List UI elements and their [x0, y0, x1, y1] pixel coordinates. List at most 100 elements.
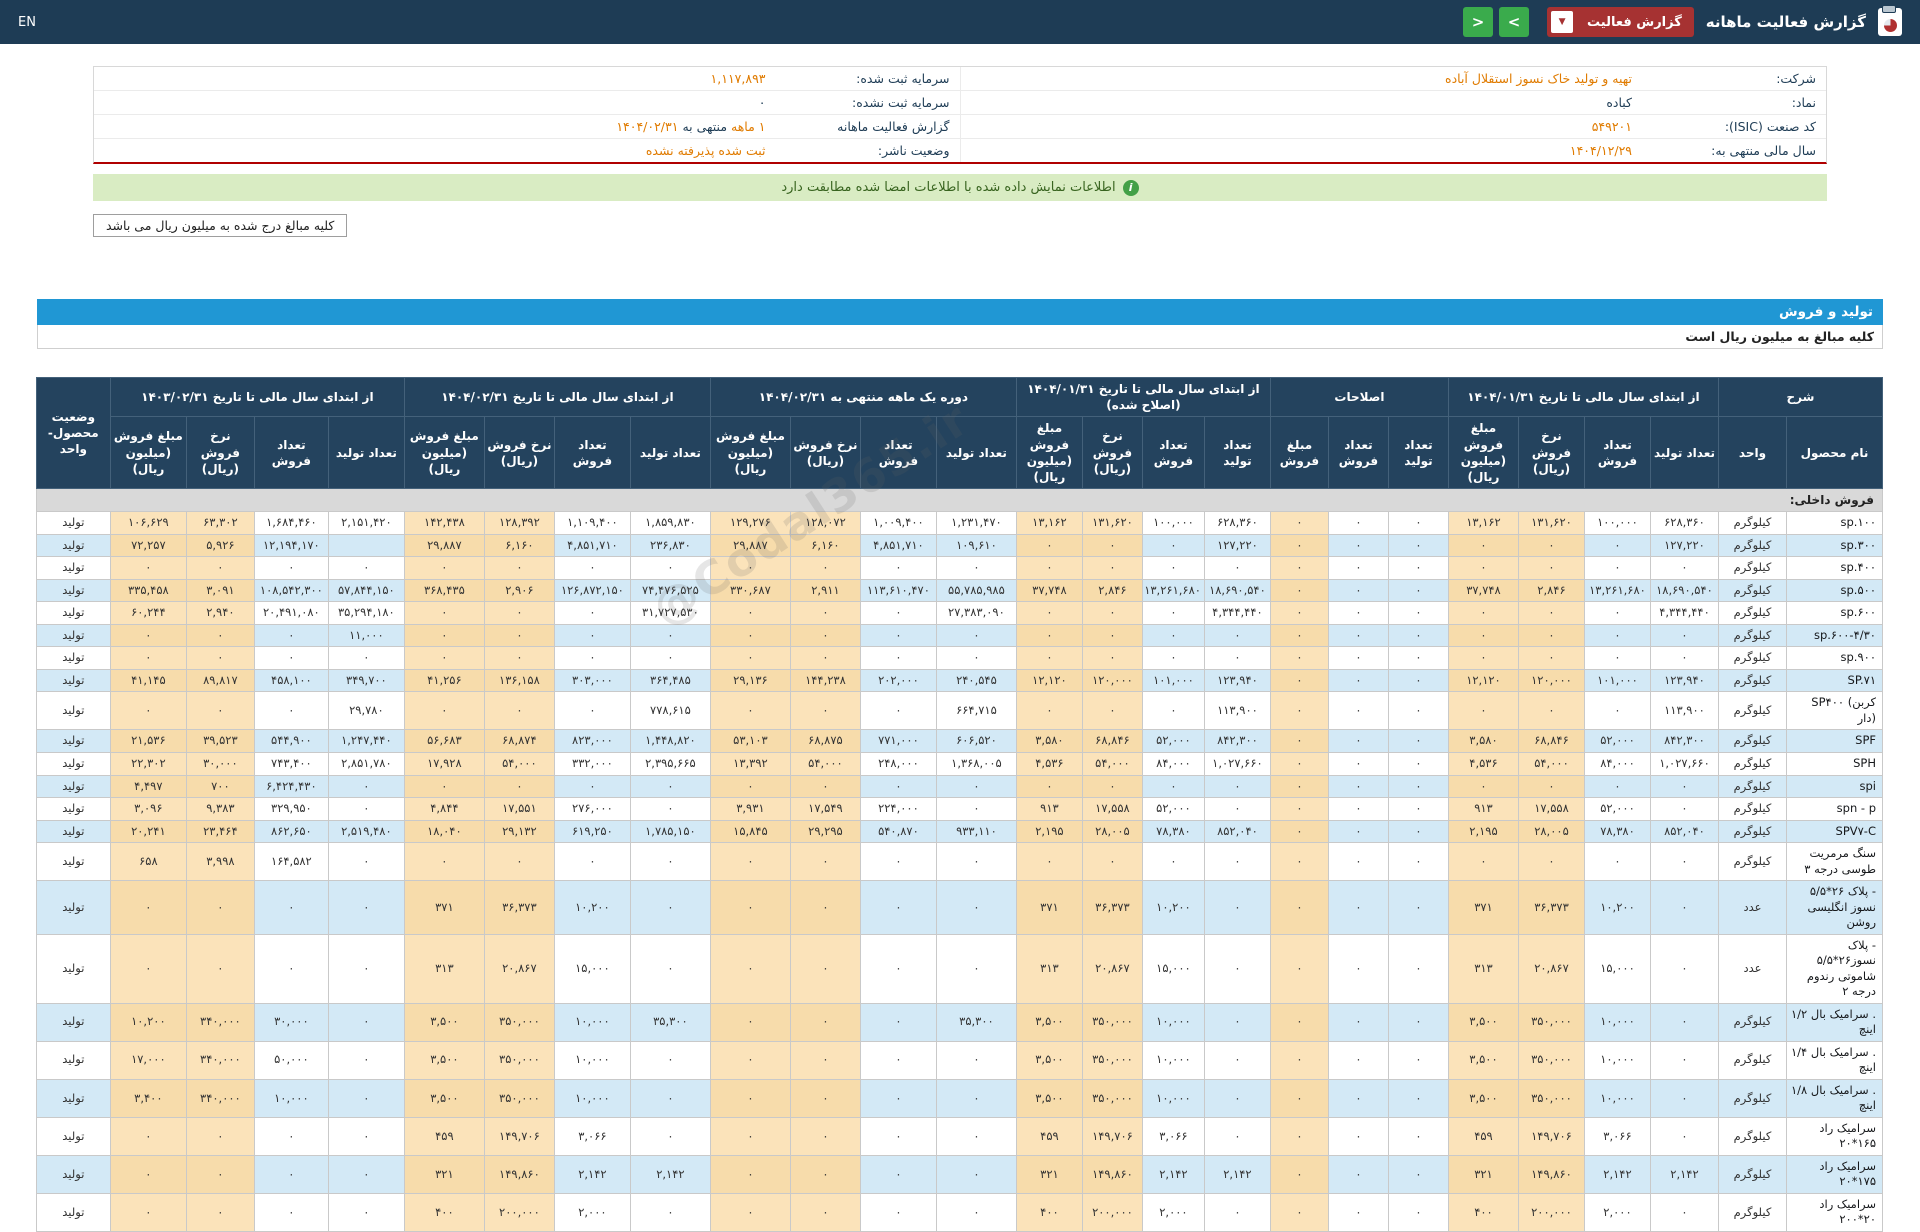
cell-value: ۳۵۰,۰۰۰: [1081, 1078, 1143, 1118]
cell-unit: کیلوگرم: [1717, 623, 1788, 648]
cell-value: ۰: [859, 880, 937, 935]
column-header: تعداد فروش: [253, 416, 329, 490]
table-row: SP۴۰۰ (کربن دار) کیلوگرم ۱۱۳,۹۰۰ ۰ ۰ ۰ ۰ ۰ ۰ ۱۱۳,…: [35, 691, 1883, 731]
cell-value: ۰: [327, 774, 405, 799]
cell-value: ۰: [1327, 533, 1389, 558]
cell-status: تولید: [35, 1040, 111, 1080]
cell-value: ۸۲۳,۰۰۰: [553, 729, 631, 753]
cell-value: ۱۴۲,۴۳۸: [403, 511, 485, 535]
cell-value: ۰: [1203, 623, 1271, 648]
cell-value: ۸۵۲,۰۴۰: [1203, 819, 1271, 844]
cell-value: ۱۲,۱۲۰: [1015, 668, 1083, 693]
company-info-right: نماد: کباده: [961, 91, 1827, 114]
cell-value: ۰: [859, 556, 937, 580]
cell-value: ۱۰,۰۰۰: [1583, 1040, 1651, 1080]
section-row: فروش داخلی:: [35, 488, 1884, 513]
cell-value: ۳۳۰,۶۸۷: [709, 578, 791, 603]
cell-value: ۰: [859, 1040, 937, 1080]
cell-value: ۰: [109, 691, 187, 731]
cell-value: ۴,۵۳۶: [1015, 751, 1083, 776]
cell-value: ۰: [1015, 623, 1083, 648]
column-header: تعداد فروش: [859, 416, 937, 490]
cell-value: ۱۱۳,۹۰۰: [1203, 691, 1271, 731]
cell-unit: کیلوگرم: [1717, 1040, 1788, 1080]
cell-value: ۰: [1583, 601, 1651, 625]
cell-value: ۲,۱۴۲: [629, 1154, 711, 1194]
cell-value: ۰: [483, 556, 555, 580]
cell-value: ۰: [859, 1192, 937, 1232]
cell-value: ۰: [1583, 556, 1651, 580]
cell-value: ۰: [327, 797, 405, 821]
cell-value: ۳۵۰,۰۰۰: [483, 1002, 555, 1042]
cell-value: ۰: [859, 933, 937, 1004]
company-info-left: گزارش فعالیت ماهانه ۱ ماهه منتهی به ۱۴۰۴/…: [94, 115, 961, 138]
info-value-text: کباده: [1606, 95, 1632, 110]
cell-value: ۰: [789, 880, 861, 935]
cell-value: ۰: [629, 933, 711, 1004]
cell-value: ۴,۴۹۷: [109, 774, 187, 799]
cell-value: ۰: [1081, 533, 1143, 558]
cell-value: ۲,۱۴۲: [1203, 1154, 1271, 1194]
cell-value: ۰: [859, 691, 937, 731]
column-group-header: از ابتدای سال مالی تا تاریخ ۱۴۰۴/۰۱/۳۱: [1447, 376, 1719, 418]
info-label: شرکت:: [1776, 71, 1816, 86]
cell-status: تولید: [35, 1078, 111, 1118]
company-info-left: وضعیت ناشر: ثبت شده پذیرفته نشده: [94, 139, 961, 162]
column-header: نام محصول: [1786, 416, 1883, 490]
cell-value: ۰: [109, 556, 187, 580]
cell-product-name: سرامیک راد ۲۰*۲۰۰: [1786, 1192, 1883, 1232]
cell-value: ۰: [1015, 842, 1083, 882]
cell-value: ۱۲۳,۹۴۰: [1649, 668, 1719, 693]
cell-value: ۶۳,۳۰۲: [185, 511, 255, 535]
cell-value: ۶,۴۲۴,۴۳۰: [253, 774, 329, 799]
cell-status: تولید: [35, 533, 111, 558]
cell-value: ۵۲,۰۰۰: [1141, 797, 1205, 821]
cell-value: ۲۰۰,۰۰۰: [483, 1192, 555, 1232]
cell-value: ۰: [1327, 729, 1389, 753]
cell-value: ۰: [1081, 646, 1143, 670]
cell-value: ۰: [935, 1078, 1017, 1118]
cell-value: ۵۶,۶۸۳: [403, 729, 485, 753]
cell-value: ۷۸,۳۸۰: [1141, 819, 1205, 844]
report-type-button[interactable]: گزارش فعالیت ▼: [1547, 7, 1694, 37]
cell-value: ۴,۳۴۴,۴۴۰: [1649, 601, 1719, 625]
cell-value: ۰: [327, 556, 405, 580]
cell-value: ۱۳,۲۶۱,۶۸۰: [1141, 578, 1205, 603]
cell-value: ۲۴۰,۵۴۵: [935, 668, 1017, 693]
cell-value: ۰: [859, 646, 937, 670]
cell-value: ۰: [1649, 880, 1719, 935]
cell-value: ۱۰,۰۰۰: [553, 1040, 631, 1080]
language-toggle[interactable]: EN: [18, 15, 36, 30]
cell-value: ۱۲۳,۹۴۰: [1203, 668, 1271, 693]
cell-value: ۰: [709, 623, 791, 648]
cell-value: ۲۰,۲۴۱: [109, 819, 187, 844]
cell-value: ۱,۶۸۴,۴۶۰: [253, 511, 329, 535]
cell-status: تولید: [35, 1154, 111, 1194]
cell-value: ۰: [1269, 729, 1329, 753]
cell-value: ۰: [1141, 691, 1205, 731]
info-value: تهیه و تولید خاک نسوز استقلال آباده: [961, 69, 1637, 88]
cell-value: ۰: [1269, 556, 1329, 580]
table-row: سنگ مرمریت طوسی درجه ۳ کیلوگرم ۰ ۰ ۰ ۰ ۰ ۰ ۰ ۰ ۰ ۰ ۰…: [35, 842, 1883, 882]
cell-value: ۲۰,۸۶۷: [1081, 933, 1143, 1004]
cell-value: ۰: [1269, 1154, 1329, 1194]
info-value-text: ثبت شده پذیرفته نشده: [645, 143, 766, 158]
next-report-button[interactable]: >: [1499, 7, 1530, 37]
cell-product-name: spi: [1786, 774, 1883, 799]
column-group-header: اصلاحات: [1269, 376, 1449, 418]
prev-report-button[interactable]: <: [1463, 7, 1494, 37]
cell-product-name: . سرامیک بال ۱/۴ اینچ: [1786, 1040, 1883, 1080]
cell-value: ۵۴,۰۰۰: [1517, 751, 1585, 776]
column-header: واحد: [1717, 416, 1788, 490]
cell-value: ۰: [709, 646, 791, 670]
column-header: نرخ فروش (ریال): [185, 416, 255, 490]
cell-value: ۰: [483, 842, 555, 882]
cell-value: ۰: [253, 1154, 329, 1194]
signed-data-text: اطلاعات نمایش داده شده با اطلاعات امضا ش…: [781, 180, 1116, 195]
cell-value: ۳,۵۰۰: [1015, 1002, 1083, 1042]
cell-value: ۰: [1517, 842, 1585, 882]
cell-value: ۱۷,۵۴۹: [789, 797, 861, 821]
cell-value: ۰: [935, 933, 1017, 1004]
cell-value: ۰: [1649, 1002, 1719, 1042]
cell-unit: کیلوگرم: [1717, 556, 1788, 580]
